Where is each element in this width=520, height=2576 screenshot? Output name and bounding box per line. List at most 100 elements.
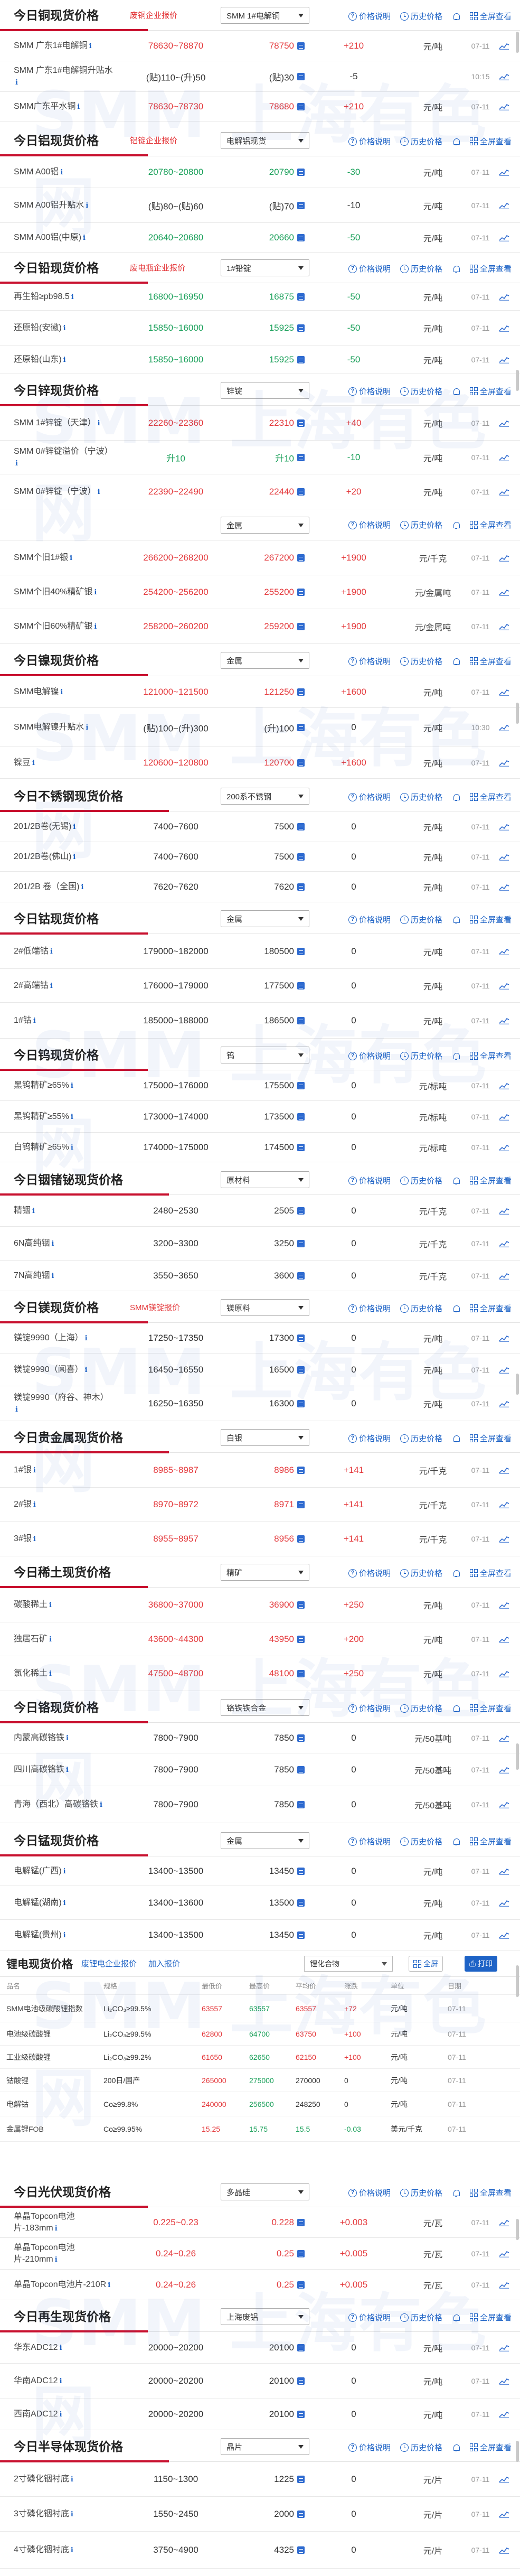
scrollbar-thumb[interactable]: [516, 703, 519, 724]
history-price-link[interactable]: 历史价格: [400, 1567, 442, 1579]
info-icon[interactable]: i: [50, 981, 56, 990]
calendar-icon[interactable]: [297, 1800, 305, 1808]
price-help-link[interactable]: ? 价格说明: [348, 2312, 391, 2323]
bell-icon[interactable]: [452, 1434, 460, 1443]
product-name[interactable]: 2#银 i: [14, 1499, 114, 1510]
product-name[interactable]: 独居石矿 i: [14, 1634, 114, 1645]
product-name[interactable]: 1#钴 i: [14, 1015, 114, 1026]
calendar-icon[interactable]: [297, 356, 305, 363]
bell-icon[interactable]: [452, 793, 460, 801]
price-help-link[interactable]: ? 价格说明: [348, 136, 391, 147]
trend-chart-icon[interactable]: [499, 1766, 509, 1774]
product-select[interactable]: 白银: [221, 1429, 309, 1446]
lithium-product-name[interactable]: 金属锂FOB: [6, 2124, 101, 2134]
product-select[interactable]: 铬铁铁合金: [221, 1699, 309, 1716]
trend-chart-icon[interactable]: [499, 2377, 509, 2385]
trend-chart-icon[interactable]: [499, 169, 509, 176]
scrollbar-thumb[interactable]: [516, 1743, 519, 1770]
calendar-icon[interactable]: [297, 588, 305, 596]
price-help-link[interactable]: ? 价格说明: [348, 519, 391, 530]
info-icon[interactable]: i: [71, 1112, 77, 1121]
history-price-link[interactable]: 历史价格: [400, 1433, 442, 1444]
info-icon[interactable]: i: [60, 167, 66, 176]
fullscreen-link[interactable]: 全屏查看: [469, 1836, 512, 1847]
scrollbar-thumb[interactable]: [516, 370, 519, 391]
product-name[interactable]: 201/2B卷(无锡) i: [14, 821, 114, 833]
product-name[interactable]: 氯化稀土 i: [14, 1668, 114, 1679]
bell-icon[interactable]: [452, 2443, 460, 2452]
calendar-icon[interactable]: [297, 723, 305, 731]
info-icon[interactable]: i: [55, 2223, 61, 2233]
calendar-icon[interactable]: [297, 453, 305, 461]
bell-icon[interactable]: [452, 387, 460, 396]
product-name[interactable]: 青海（西北）高碳铬铁 i: [14, 1799, 114, 1810]
fullscreen-link[interactable]: 全屏查看: [469, 386, 512, 397]
trend-chart-icon[interactable]: [499, 234, 509, 241]
bell-icon[interactable]: [452, 12, 460, 21]
info-icon[interactable]: i: [71, 1142, 77, 1152]
trend-chart-icon[interactable]: [499, 948, 509, 955]
trend-chart-icon[interactable]: [499, 688, 509, 696]
product-name[interactable]: 镁锭9990（府谷、神木） i: [14, 1392, 114, 1415]
product-name[interactable]: SMM广东平水铜 i: [14, 101, 114, 113]
info-icon[interactable]: i: [49, 1634, 55, 1644]
calendar-icon[interactable]: [297, 1272, 305, 1280]
product-name[interactable]: 白钨精矿≥65% i: [14, 1142, 114, 1153]
info-icon[interactable]: i: [49, 1600, 55, 1609]
calendar-icon[interactable]: [297, 947, 305, 955]
price-help-link[interactable]: ? 价格说明: [348, 1703, 391, 1714]
info-icon[interactable]: i: [32, 1206, 38, 1215]
fullscreen-link[interactable]: 全屏查看: [469, 519, 512, 530]
info-icon[interactable]: i: [86, 200, 91, 210]
trend-chart-icon[interactable]: [499, 1868, 509, 1875]
product-select[interactable]: 1#铅锭: [221, 259, 309, 276]
product-select[interactable]: 锌锭: [221, 382, 309, 399]
history-price-link[interactable]: 历史价格: [400, 1836, 442, 1847]
info-icon[interactable]: i: [71, 2545, 77, 2554]
product-select[interactable]: 电解铝现货: [221, 132, 309, 149]
product-name[interactable]: 再生铅≥pb98.5 i: [14, 291, 114, 303]
calendar-icon[interactable]: [297, 2250, 305, 2257]
product-name[interactable]: 电解锰(湖南) i: [14, 1897, 114, 1909]
calendar-icon[interactable]: [297, 2281, 305, 2289]
calendar-icon[interactable]: [297, 2510, 305, 2518]
join-quote-link[interactable]: 加入报价: [148, 1958, 180, 1969]
price-help-link[interactable]: ? 价格说明: [348, 656, 391, 667]
trend-chart-icon[interactable]: [499, 823, 509, 830]
trend-chart-icon[interactable]: [499, 1272, 509, 1280]
calendar-icon[interactable]: [297, 1366, 305, 1374]
product-name[interactable]: 镁锭9990（上海） i: [14, 1332, 114, 1344]
scrollbar-thumb[interactable]: [516, 2219, 519, 2240]
info-icon[interactable]: i: [66, 1733, 72, 1742]
product-name[interactable]: 镁锭9990（闻喜） i: [14, 1364, 114, 1376]
trend-chart-icon[interactable]: [499, 883, 509, 891]
trend-chart-icon[interactable]: [499, 2476, 509, 2483]
trend-chart-icon[interactable]: [499, 1240, 509, 1247]
product-name[interactable]: 3寸磷化铟衬底 i: [14, 2508, 114, 2520]
info-icon[interactable]: i: [85, 1333, 91, 1342]
calendar-icon[interactable]: [297, 1669, 305, 1677]
info-icon[interactable]: i: [63, 1898, 69, 1907]
product-name[interactable]: 西南ADC12 i: [14, 2409, 114, 2420]
calendar-icon[interactable]: [297, 488, 305, 496]
trend-chart-icon[interactable]: [499, 103, 509, 110]
product-name[interactable]: SMM个旧40%精矿银 i: [14, 586, 114, 598]
info-icon[interactable]: i: [73, 852, 79, 861]
calendar-icon[interactable]: [297, 759, 305, 767]
info-icon[interactable]: i: [15, 1404, 21, 1414]
info-icon[interactable]: i: [15, 458, 21, 468]
calendar-icon[interactable]: [297, 883, 305, 891]
price-help-link[interactable]: ? 价格说明: [348, 1433, 391, 1444]
calendar-icon[interactable]: [297, 419, 305, 427]
info-icon[interactable]: i: [60, 2376, 65, 2385]
bell-icon[interactable]: [452, 657, 460, 666]
history-price-link[interactable]: 历史价格: [400, 1703, 442, 1714]
product-name[interactable]: 黑钨精矿≥65% i: [14, 1080, 114, 1091]
calendar-icon[interactable]: [297, 2218, 305, 2226]
fullscreen-button[interactable]: 全屏: [409, 1956, 443, 1972]
product-name[interactable]: 还原铅(安徽) i: [14, 322, 114, 334]
bell-icon[interactable]: [452, 1569, 460, 1578]
trend-chart-icon[interactable]: [499, 724, 509, 731]
product-name[interactable]: 单晶Topcon电池片-183mm i: [14, 2211, 114, 2234]
trend-chart-icon[interactable]: [499, 1601, 509, 1609]
